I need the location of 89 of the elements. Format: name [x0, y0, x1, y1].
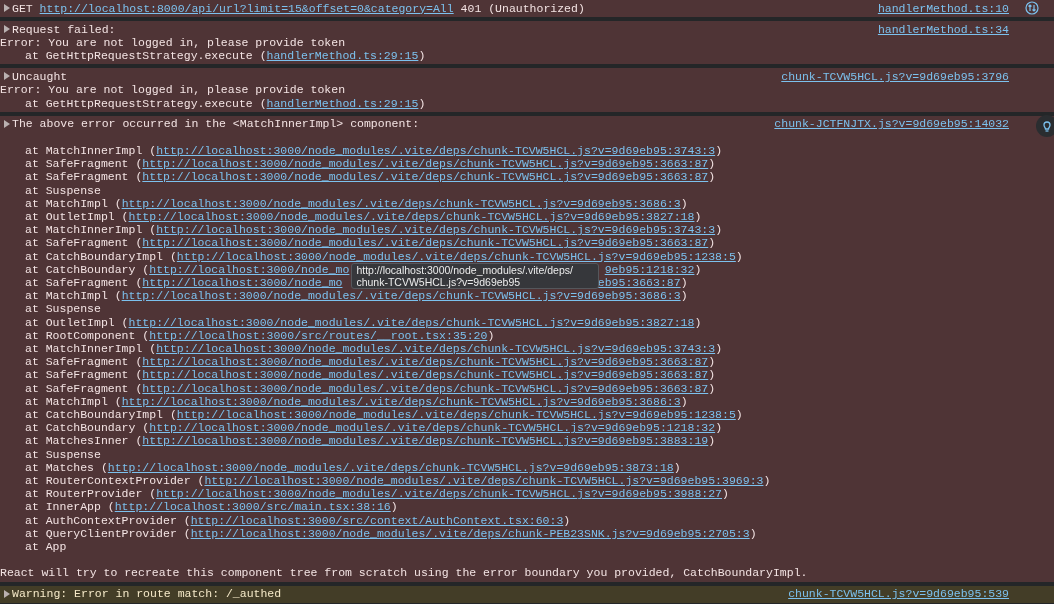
source-link[interactable]: handlerMethod.ts:10: [877, 1, 1009, 15]
source-link[interactable]: http://localhost:3000/node_mo: [142, 276, 343, 290]
stack-frame-line: at Matches (http://localhost:3000/node_modules/.vite/deps/chunk-TCVW5HCL.js?v=9d69eb95:3873:18): [25, 460, 681, 474]
log-line: GET http://localhost:8000/api/url?limit=15&offset=0&category=All 401 (Unauthorized): [12, 1, 586, 15]
source-link[interactable]: http://localhost:3000/node_modules/.vite/deps/chunk-PEB23SNK.js?v=9d69eb95:2705:3: [190, 526, 750, 540]
stack-frame-line: at MatchInnerImpl (http://localhost:3000/node_modules/.vite/deps/chunk-TCVW5HCL.js?v=9d69eb95:3743:3): [25, 342, 723, 356]
source-link[interactable]: handlerMethod.ts:34: [877, 22, 1009, 36]
stack-frame-line: at SafeFragment (http://localhost:3000/node_modules/.vite/deps/chunk-TCVW5HCL.js?v=9d69eb95:3663:87): [25, 355, 716, 369]
tooltip-text: http://localhost:3000/node_modules/.vite/deps/: [356, 263, 574, 276]
stack-frame-line: at AuthContextProvider (http://localhost:3000/src/context/AuthContext.tsx:60:3): [25, 513, 571, 527]
stack-frame-line: at Suspense: [25, 183, 101, 197]
source-link[interactable]: http://localhost:3000/node_modules/.vite/deps/chunk-TCVW5HCL.js?v=9d69eb95:3827:18: [128, 315, 695, 329]
source-link[interactable]: http://localhost:3000/node_modules/.vite/deps/chunk-TCVW5HCL.js?v=9d69eb95:3827:18: [128, 210, 695, 223]
stack-frame-line: 9eb95:1218:32): [604, 262, 702, 276]
source-link[interactable]: http://localhost:3000/src/context/AuthContext.tsx:60:3: [190, 513, 564, 527]
stack-frame-line: at MatchImpl (http://localhost:3000/node_modules/.vite/deps/chunk-TCVW5HCL.js?v=9d69eb95:3686:3): [25, 394, 688, 408]
source-link[interactable]: http://localhost:3000/node_modules/.vite/deps/chunk-TCVW5HCL.js?v=9d69eb95:3663:87: [142, 170, 709, 184]
source-link[interactable]: eb95:3663:87: [597, 276, 681, 290]
stack-frame-line: at SafeFragment (http://localhost:3000/node_mo: [25, 276, 343, 290]
log-line: Warning: Error in route match: /_authed: [12, 587, 283, 601]
stack-frame-line: at InnerApp (http://localhost:3000/src/main.tsx:38:16): [25, 500, 398, 514]
source-link[interactable]: http://localhost:3000/node_modules/.vite/deps/chunk-TCVW5HCL.js?v=9d69eb95:1218:32: [149, 421, 716, 435]
source-link[interactable]: http://localhost:3000/node_modules/.vite/deps/chunk-TCVW5HCL.js?v=9d69eb95:3663:87: [142, 355, 709, 369]
disclosure-triangle-icon[interactable]: [4, 72, 10, 81]
disclosure-triangle-icon[interactable]: [4, 119, 10, 128]
source-link[interactable]: handlerMethod.ts:29:15: [266, 49, 419, 63]
source-link[interactable]: http://localhost:3000/node_modules/.vite/deps/chunk-TCVW5HCL.js?v=9d69eb95:3663:87: [142, 368, 709, 382]
source-link[interactable]: http://localhost:3000/src/routes/__root.tsx:35:20: [149, 328, 488, 342]
source-link[interactable]: http://localhost:3000/node_mo: [149, 262, 350, 276]
tooltip-text: chunk-TCVW5HCL.js?v=9d69eb95: [356, 275, 521, 288]
disclosure-triangle-icon[interactable]: [4, 589, 10, 598]
stack-frame-line: at CatchBoundary (http://localhost:3000/node_modules/.vite/deps/chunk-TCVW5HCL.js?v=9d69eb95:1218:32): [25, 421, 723, 435]
source-link[interactable]: chunk-JCTFNJTX.js?v=9d69eb95:14032: [774, 117, 1009, 131]
source-link[interactable]: http://localhost:8000/api/url?limit=15&offset=0&category=All: [39, 1, 454, 15]
log-line: Error: You are not logged in, please provide token: [0, 83, 346, 97]
log-line: Request failed:: [12, 22, 117, 36]
source-link[interactable]: chunk-TCVW5HCL.js?v=9d69eb95:3796: [781, 69, 1009, 83]
source-link[interactable]: http://localhost:3000/node_modules/.vite/deps/chunk-TCVW5HCL.js?v=9d69eb95:3873:18: [107, 460, 674, 474]
stack-frame-line: at SafeFragment (http://localhost:3000/node_modules/.vite/deps/chunk-TCVW5HCL.js?v=9d69eb95:3663:87): [25, 381, 716, 395]
stack-frame-line: at SafeFragment (http://localhost:3000/node_modules/.vite/deps/chunk-TCVW5HCL.js?v=9d69eb95:3663:87): [25, 236, 716, 250]
source-link[interactable]: http://localhost:3000/node_modules/.vite/deps/chunk-TCVW5HCL.js?v=9d69eb95:3988:27: [156, 487, 723, 501]
stack-frame-line: at SafeFragment (http://localhost:3000/node_modules/.vite/deps/chunk-TCVW5HCL.js?v=9d69eb95:3663:87): [25, 157, 716, 171]
log-line: React will try to recreate this component tree from scratch using the error boundary you provided, CatchBoundaryImpl.: [0, 566, 808, 580]
stack-frame-line: at CatchBoundaryImpl (http://localhost:3000/node_modules/.vite/deps/chunk-TCVW5HCL.js?v=9d69eb95:1238:5): [25, 249, 743, 263]
log-line: The above error occurred in the <MatchInnerImpl> component:: [12, 117, 421, 131]
source-link[interactable]: http://localhost:3000/node_modules/.vite/deps/chunk-TCVW5HCL.js?v=9d69eb95:3743:3: [156, 342, 716, 356]
source-link[interactable]: http://localhost:3000/node_modules/.vite/deps/chunk-TCVW5HCL.js?v=9d69eb95:3969:3: [204, 474, 764, 488]
stack-frame-line: at GetHttpRequestStrategy.execute (handlerMethod.ts:29:15): [25, 49, 426, 63]
network-request-icon[interactable]: [1024, 1, 1039, 15]
source-link[interactable]: http://localhost:3000/node_modules/.vite/deps/chunk-TCVW5HCL.js?v=9d69eb95:3686:3: [121, 289, 681, 303]
stack-frame-line: at OutletImpl (http://localhost:3000/node_modules/.vite/deps/chunk-TCVW5HCL.js?v=9d69eb95:3827:18): [25, 210, 702, 223]
stack-frame-line: at RouterContextProvider (http://localhost:3000/node_modules/.vite/deps/chunk-TCVW5HCL.js?v=9d69eb95:3969:3): [25, 474, 771, 488]
stack-frame-line: at Suspense: [25, 302, 101, 316]
stack-frame-line: at MatchImpl (http://localhost:3000/node_modules/.vite/deps/chunk-TCVW5HCL.js?v=9d69eb95:3686:3): [25, 196, 688, 210]
stack-frame-line: at RouterProvider (http://localhost:3000/node_modules/.vite/deps/chunk-TCVW5HCL.js?v=9d69eb95:3988:27): [25, 487, 729, 501]
source-link[interactable]: http://localhost:3000/node_modules/.vite/deps/chunk-TCVW5HCL.js?v=9d69eb95:1238:5: [176, 249, 736, 263]
stack-frame-line: at App: [25, 540, 67, 554]
source-link[interactable]: http://localhost:3000/node_modules/.vite/deps/chunk-TCVW5HCL.js?v=9d69eb95:3686:3: [121, 196, 681, 210]
stack-frame-line: at MatchImpl (http://localhost:3000/node_modules/.vite/deps/chunk-TCVW5HCL.js?v=9d69eb95:3686:3): [25, 289, 688, 303]
stack-frame-line: at CatchBoundaryImpl (http://localhost:3000/node_modules/.vite/deps/chunk-TCVW5HCL.js?v=9d69eb95:1238:5): [25, 408, 743, 422]
log-line: Uncaught: [12, 69, 69, 83]
stack-frame-line: at GetHttpRequestStrategy.execute (handlerMethod.ts:29:15): [25, 96, 426, 110]
stack-frame-line: eb95:3663:87): [597, 276, 688, 290]
stack-frame-line: at MatchesInner (http://localhost:3000/node_modules/.vite/deps/chunk-TCVW5HCL.js?v=9d69eb95:3883:19): [25, 434, 716, 448]
source-link[interactable]: http://localhost:3000/node_modules/.vite/deps/chunk-TCVW5HCL.js?v=9d69eb95:3743:3: [156, 223, 716, 237]
source-link[interactable]: http://localhost:3000/node_modules/.vite/deps/chunk-TCVW5HCL.js?v=9d69eb95:3663:87: [142, 157, 709, 171]
disclosure-triangle-icon[interactable]: [4, 25, 10, 33]
source-link[interactable]: http://localhost:3000/node_modules/.vite/deps/chunk-TCVW5HCL.js?v=9d69eb95:3686:3: [121, 394, 681, 408]
disclosure-triangle-icon[interactable]: [4, 4, 10, 12]
stack-frame-line: at OutletImpl (http://localhost:3000/node_modules/.vite/deps/chunk-TCVW5HCL.js?v=9d69eb95:3827:18): [25, 315, 702, 329]
source-link[interactable]: http://localhost:3000/node_modules/.vite/deps/chunk-TCVW5HCL.js?v=9d69eb95:3883:19: [142, 434, 709, 448]
stack-frame-line: at MatchInnerImpl (http://localhost:3000/node_modules/.vite/deps/chunk-TCVW5HCL.js?v=9d69eb95:3743:3): [25, 223, 723, 237]
source-link[interactable]: http://localhost:3000/node_modules/.vite/deps/chunk-TCVW5HCL.js?v=9d69eb95:3743:3: [156, 144, 716, 157]
stack-frame-line: at MatchInnerImpl (http://localhost:3000/node_modules/.vite/deps/chunk-TCVW5HCL.js?v=9d69eb95:3743:3): [25, 144, 723, 157]
stack-frame-line: at SafeFragment (http://localhost:3000/node_modules/.vite/deps/chunk-TCVW5HCL.js?v=9d69eb95:3663:87): [25, 170, 716, 184]
stack-frame-line: at Suspense: [25, 447, 101, 461]
source-link[interactable]: handlerMethod.ts:29:15: [266, 96, 419, 110]
stack-frame-line: at RootComponent (http://localhost:3000/src/routes/__root.tsx:35:20): [25, 328, 495, 342]
source-link[interactable]: http://localhost:3000/node_modules/.vite/deps/chunk-TCVW5HCL.js?v=9d69eb95:3663:87: [142, 236, 709, 250]
source-link[interactable]: http://localhost:3000/node_modules/.vite/deps/chunk-TCVW5HCL.js?v=9d69eb95:1238:5: [176, 408, 736, 422]
source-link[interactable]: 9eb95:1218:32: [604, 262, 695, 276]
source-link[interactable]: chunk-TCVW5HCL.js?v=9d69eb95:539: [788, 587, 1009, 601]
stack-frame-line: at QueryClientProvider (http://localhost:3000/node_modules/.vite/deps/chunk-PEB23SNK.js?v=9d69eb95:2705:3): [25, 526, 757, 540]
stack-frame-line: at CatchBoundary (http://localhost:3000/node_mo: [25, 262, 350, 276]
stack-frame-line: at SafeFragment (http://localhost:3000/node_modules/.vite/deps/chunk-TCVW5HCL.js?v=9d69eb95:3663:87): [25, 368, 716, 382]
log-line: Error: You are not logged in, please provide token: [0, 36, 346, 49]
source-link[interactable]: http://localhost:3000/src/main.tsx:38:16: [114, 500, 391, 514]
source-link[interactable]: http://localhost:3000/node_modules/.vite/deps/chunk-TCVW5HCL.js?v=9d69eb95:3663:87: [142, 381, 709, 395]
lightbulb-icon[interactable]: [1036, 114, 1054, 137]
